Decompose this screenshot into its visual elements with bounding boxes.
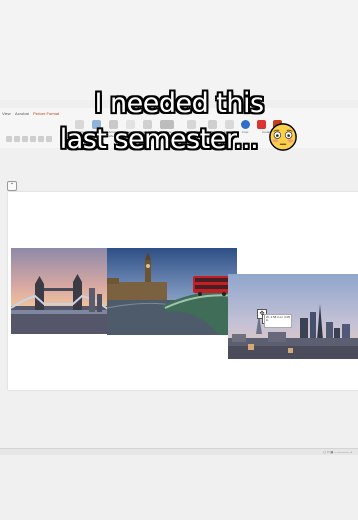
flushed-face-icon bbox=[269, 123, 298, 151]
caption-line-1: I needed this bbox=[94, 88, 264, 119]
caption-line-2: last semester... bbox=[59, 124, 259, 155]
video-caption: I needed this last semester... bbox=[0, 86, 358, 158]
london-skyline-photo[interactable] bbox=[228, 274, 358, 359]
size-tooltip: W: 4.58 in H: 3.05 in bbox=[264, 314, 292, 328]
status-bar: ▢ ▭ ▦ − ────── + bbox=[0, 448, 358, 455]
notes-area bbox=[0, 455, 358, 520]
zoom-controls[interactable]: ▢ ▭ ▦ − ────── + bbox=[323, 450, 352, 454]
caption-line-2-wrap: last semester... bbox=[0, 122, 358, 158]
fit-slide-icon[interactable]: ⌃ bbox=[7, 181, 17, 191]
title-bar-area bbox=[0, 0, 358, 100]
tower-bridge-photo[interactable] bbox=[11, 248, 109, 334]
big-ben-photo[interactable] bbox=[107, 248, 237, 335]
